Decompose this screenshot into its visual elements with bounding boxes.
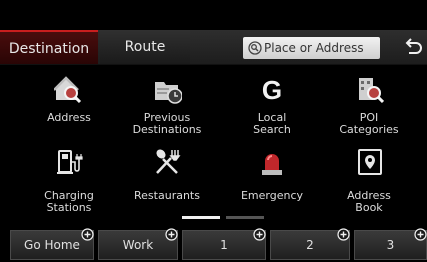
folder-clock-icon [155, 82, 182, 104]
grid-item-label: Previous Destinations [132, 111, 202, 136]
address-book-icon [358, 149, 382, 175]
grid-item-address[interactable]: Address [16, 72, 122, 138]
back-arrow-icon [405, 38, 422, 54]
grid-item-label: Restaurants [134, 189, 200, 202]
add-plus-icon [253, 228, 266, 241]
ev-charger-icon [57, 150, 83, 174]
google-g-icon: G [262, 76, 282, 104]
grid-item-address-book[interactable]: Address Book [316, 146, 422, 214]
grid-item-previous-destinations[interactable]: Previous Destinations [114, 72, 220, 138]
grid-item-label: POI Categories [339, 111, 399, 136]
svg-text:G: G [262, 76, 282, 104]
tab-route[interactable]: Route [100, 30, 190, 64]
favorite-label: 1 [220, 238, 228, 252]
grid-item-local-search[interactable]: G Local Search [219, 72, 325, 138]
favorite-work-button[interactable]: Work [98, 228, 178, 260]
grid-item-label: Local Search [253, 111, 291, 136]
favorite-label: 2 [306, 238, 314, 252]
fork-spoon-icon [156, 149, 181, 174]
favorite-3-button[interactable]: 3 [354, 228, 427, 260]
building-search-icon [359, 78, 384, 104]
tab-destination[interactable]: Destination [0, 30, 98, 64]
favorite-label: Go Home [24, 238, 80, 252]
page-indicator-active [182, 216, 220, 219]
page-indicator-inactive [226, 216, 264, 219]
back-button[interactable] [395, 33, 427, 63]
add-plus-icon [337, 228, 350, 241]
favorite-go-home-button[interactable]: Go Home [10, 228, 94, 260]
grid-item-charging-stations[interactable]: Charging Stations [16, 146, 122, 214]
grid-item-label: Emergency [240, 189, 304, 202]
favorite-1-button[interactable]: 1 [182, 228, 266, 260]
favorites-bar: Go Home Work 1 2 3 [0, 228, 427, 262]
add-plus-icon [414, 228, 427, 241]
search-input[interactable]: Place or Address [243, 37, 380, 59]
add-plus-icon [165, 228, 178, 241]
house-search-icon [54, 76, 82, 104]
grid-item-poi-categories[interactable]: POI Categories [316, 72, 422, 138]
search-placeholder: Place or Address [264, 41, 364, 55]
favorite-label: Work [122, 238, 154, 252]
grid-item-restaurants[interactable]: Restaurants [114, 146, 220, 212]
grid-item-emergency[interactable]: Emergency [219, 146, 325, 212]
grid-item-label: Charging Stations [44, 189, 94, 214]
search-icon [248, 41, 262, 55]
favorite-label: 3 [386, 238, 395, 252]
grid-item-label: Address [47, 111, 91, 124]
destination-grid: Address Previous Destinations G Local Se… [0, 72, 427, 214]
add-plus-icon [81, 228, 94, 241]
siren-icon [262, 154, 282, 175]
grid-item-label: Address Book [347, 189, 391, 214]
status-bar [0, 0, 427, 30]
favorite-2-button[interactable]: 2 [270, 228, 350, 260]
